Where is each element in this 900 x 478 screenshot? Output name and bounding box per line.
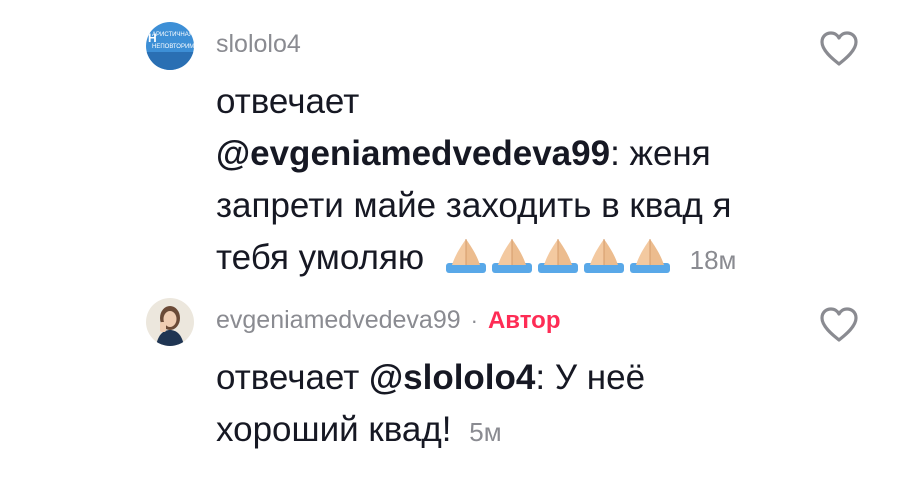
comment-timestamp: 5м [469, 417, 502, 447]
comment-text-part: : женя [610, 134, 711, 173]
folded-hands-icon [491, 239, 532, 273]
comment-text-part: : У неё [535, 358, 646, 397]
mention-link[interactable]: @slololo4 [369, 358, 535, 397]
like-button[interactable] [818, 30, 860, 68]
username[interactable]: slololo4 [216, 30, 301, 59]
folded-hands-icon [537, 239, 578, 273]
like-button[interactable] [818, 306, 860, 344]
comment-timestamp: 18м [689, 245, 737, 275]
svg-text:Н: Н [148, 31, 157, 45]
svg-text:АРИСТИЧНАЯ: АРИСТИЧНАЯ [152, 32, 193, 38]
comment-text-line: запрети майе заходить в квад я [216, 186, 732, 225]
comment-text: отвечает @evgeniamedvedeva99: женя запре… [216, 76, 816, 286]
username[interactable]: evgeniamedvedeva99 [216, 306, 461, 335]
heart-icon [820, 31, 858, 66]
folded-hands-icon [583, 239, 624, 273]
emoji-group [444, 235, 672, 275]
svg-text:НЕПОВТОРИМАЯ: НЕПОВТОРИМАЯ [152, 44, 194, 50]
heart-icon [820, 307, 858, 342]
avatar[interactable] [146, 298, 194, 346]
comment-meta: slololo4 [216, 30, 301, 59]
comment-text-line: тебя умоляю [216, 238, 425, 277]
mention-link[interactable]: @evgeniamedvedeva99 [216, 134, 610, 173]
author-badge: Автор [487, 306, 561, 334]
separator-dot: · [470, 307, 478, 333]
comment-text: отвечает @slololo4: У неё хороший квад! … [216, 352, 816, 458]
comment-text-line: хороший квад! [216, 410, 452, 449]
folded-hands-icon [445, 239, 486, 273]
comment-meta: evgeniamedvedeva99 · Автор [216, 306, 561, 335]
avatar-image: АРИСТИЧНАЯ НЕПОВТОРИМАЯ Н [146, 22, 194, 70]
avatar[interactable]: АРИСТИЧНАЯ НЕПОВТОРИМАЯ Н [146, 22, 194, 70]
reply-prefix: отвечает [216, 82, 360, 121]
reply-prefix: отвечает [216, 358, 360, 397]
avatar-image [146, 298, 194, 346]
folded-hands-icon [629, 239, 670, 273]
